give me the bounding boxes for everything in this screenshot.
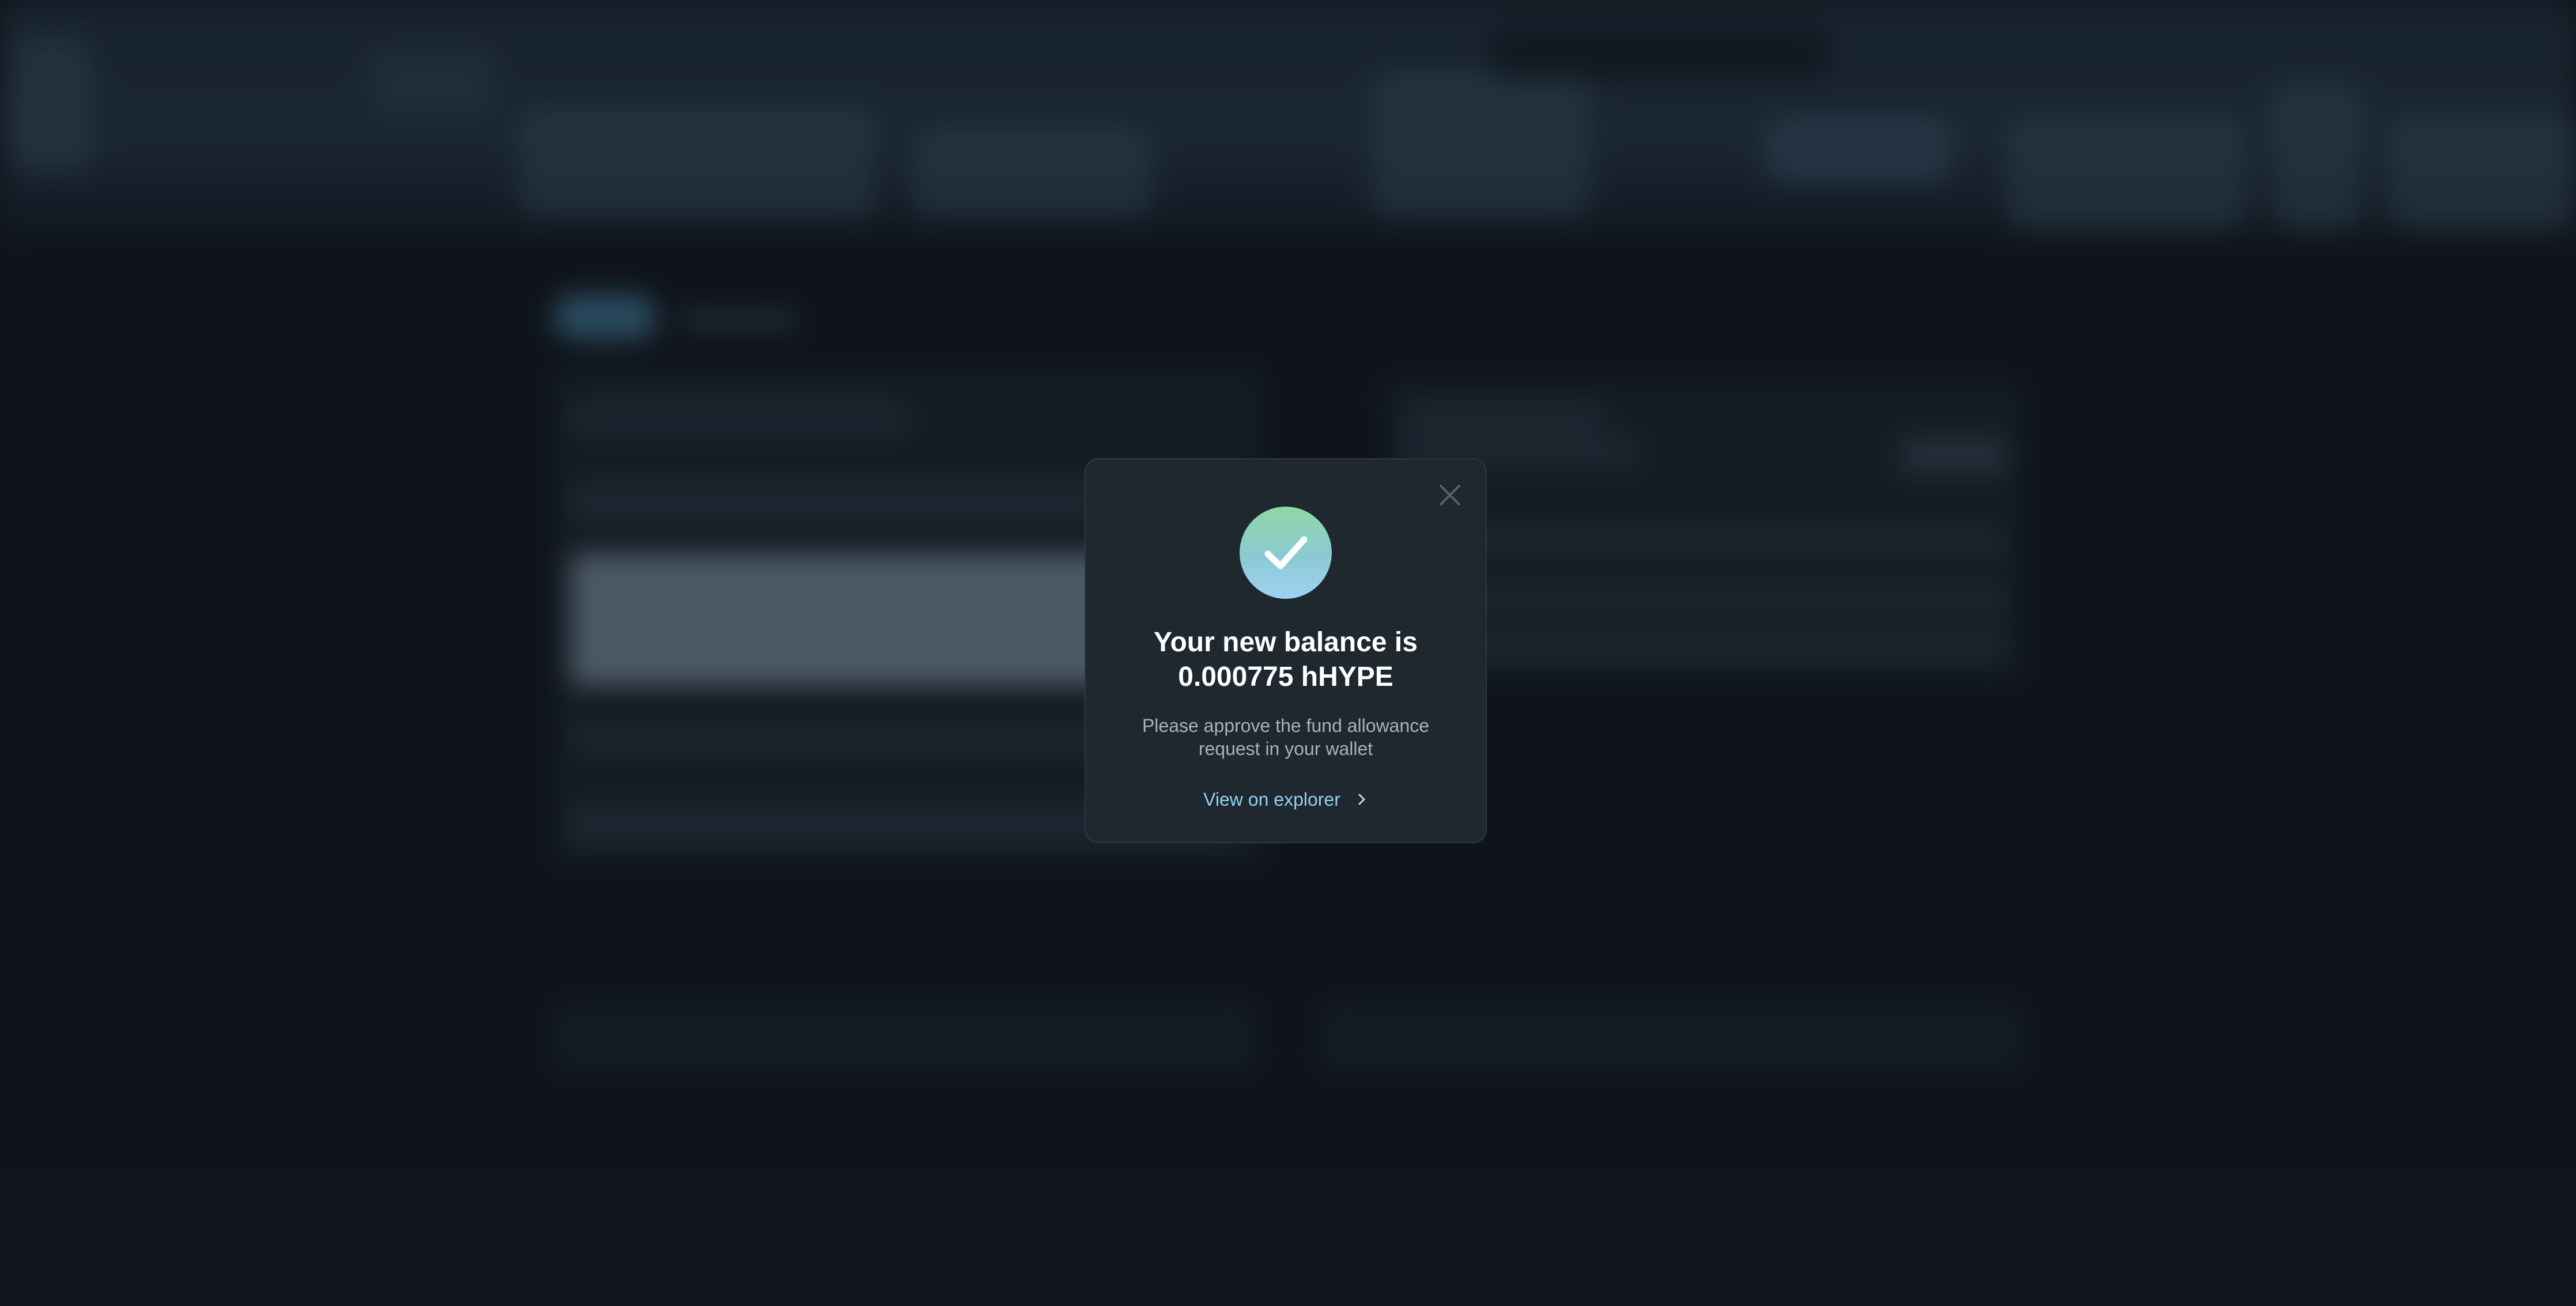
close-button[interactable] bbox=[1438, 484, 1461, 507]
success-check-icon bbox=[1240, 507, 1332, 599]
view-on-explorer-link[interactable]: View on explorer bbox=[1203, 788, 1368, 811]
success-dialog: Your new balance is 0.000775 hHYPE Pleas… bbox=[1085, 458, 1487, 843]
dialog-message: Please approve the fund allowance reques… bbox=[1142, 715, 1430, 759]
view-on-explorer-label: View on explorer bbox=[1203, 789, 1340, 810]
app-page: Your new balance is 0.000775 hHYPE Pleas… bbox=[0, 0, 2576, 1306]
dialog-title: Your new balance is 0.000775 hHYPE bbox=[1154, 627, 1418, 692]
chevron-right-icon bbox=[1358, 794, 1365, 805]
close-icon bbox=[1440, 485, 1460, 505]
